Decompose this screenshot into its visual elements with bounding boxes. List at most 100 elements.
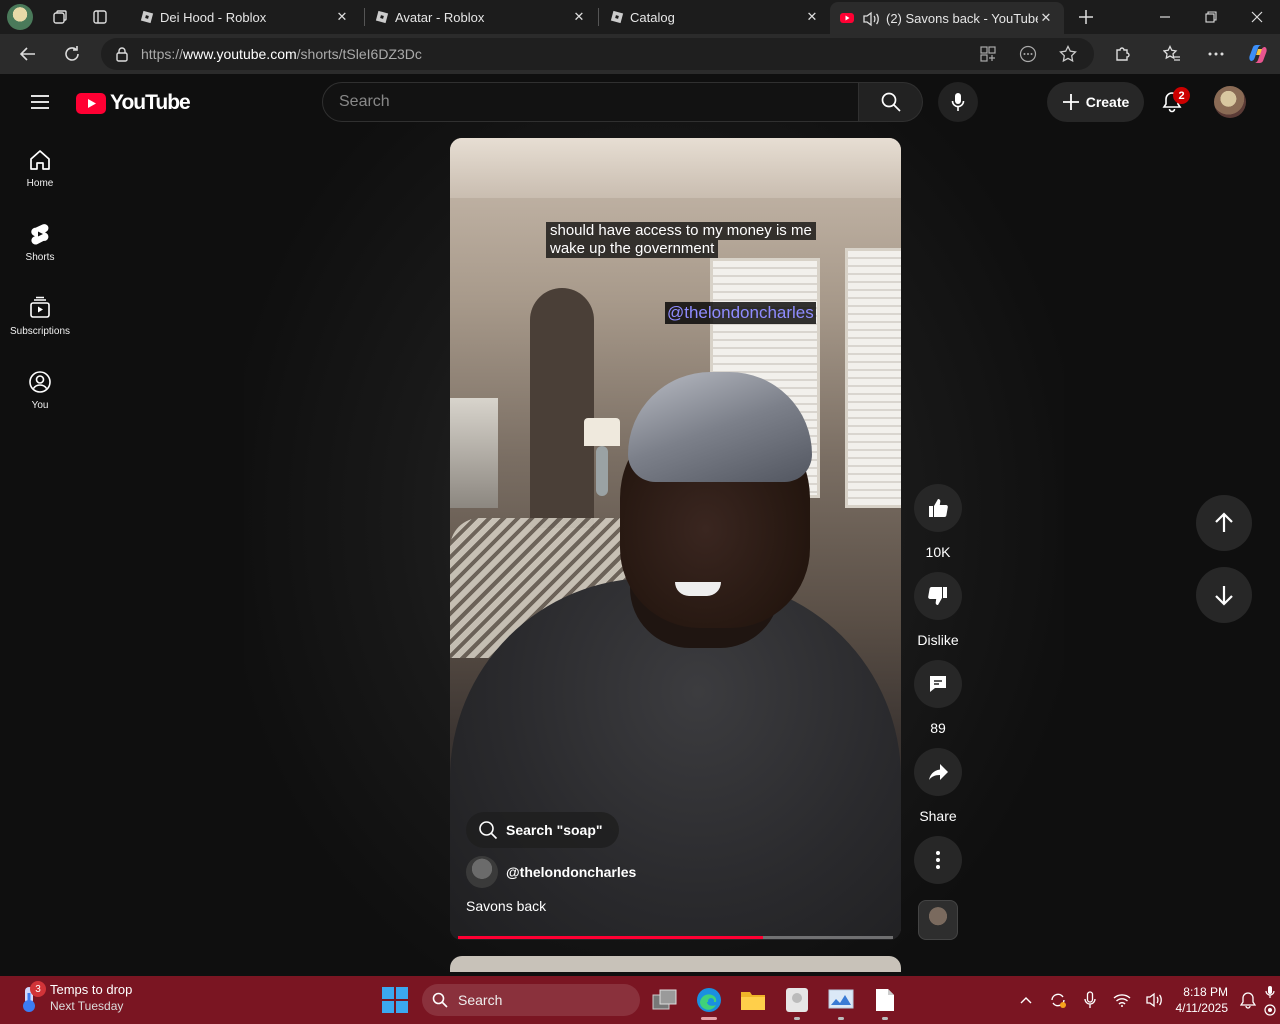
tab-audio-icon[interactable] (862, 11, 880, 27)
puzzle-icon (1116, 47, 1130, 61)
extensions-button[interactable] (1103, 34, 1143, 74)
tab-close-button[interactable]: ✕ (1038, 10, 1054, 26)
browser-essentials-button[interactable] (1008, 38, 1048, 70)
restore-button[interactable] (1188, 0, 1234, 34)
caption-line: wake up the government (546, 240, 719, 258)
tab-close-button[interactable]: ✕ (804, 9, 820, 25)
search-input[interactable] (339, 93, 858, 111)
microphone-icon[interactable] (1265, 985, 1275, 999)
taskbar-app-roblox[interactable] (781, 984, 813, 1020)
ellipsis-icon (1208, 52, 1224, 56)
browser-profile-button[interactable] (0, 0, 40, 34)
taskbar-file-explorer[interactable] (737, 984, 769, 1016)
channel-handle[interactable]: @thelondoncharles (506, 864, 636, 880)
vertical-ellipsis-icon (936, 851, 940, 869)
video-window-blinds (845, 248, 901, 508)
tab-actions-button[interactable] (80, 0, 120, 34)
lock-icon[interactable] (115, 46, 129, 62)
search-suggestion-chip[interactable]: Search "soap" (466, 812, 619, 848)
url-scheme: https:// (141, 46, 184, 62)
more-action (914, 836, 962, 884)
weather-badge: 3 (30, 981, 46, 997)
browser-toolbar: https://www.youtube.com/shorts/tSleI6DZ3… (0, 34, 1280, 74)
shorts-player[interactable]: should have access to my money is me wak… (450, 138, 901, 940)
dislike-button[interactable] (914, 572, 962, 620)
more-actions-button[interactable] (914, 836, 962, 884)
show-hidden-icons-button[interactable] (1010, 976, 1042, 1024)
back-button[interactable] (8, 34, 48, 74)
taskbar-app-notepad[interactable] (869, 984, 901, 1020)
star-icon (1059, 45, 1077, 63)
account-avatar[interactable] (1214, 86, 1246, 118)
weather-widget[interactable]: 3 Temps to drop Next Tuesday (18, 981, 133, 1014)
start-button[interactable] (382, 987, 408, 1013)
address-bar[interactable]: https://www.youtube.com/shorts/tSleI6DZ3… (101, 38, 1094, 70)
tab-separator (598, 8, 599, 26)
microphone-tray-button[interactable] (1074, 976, 1106, 1024)
microphone-icon (1083, 991, 1096, 1008)
favorite-button[interactable] (1048, 38, 1088, 70)
sound-thumbnail[interactable] (918, 900, 958, 940)
browser-tab[interactable]: Catalog ✕ (600, 0, 830, 34)
new-tab-button[interactable] (1070, 0, 1102, 34)
copilot-button[interactable] (1238, 34, 1278, 74)
search-box[interactable] (322, 82, 859, 122)
browser-tab-active[interactable]: (2) Savons back - YouTube ✕ (830, 2, 1064, 34)
video-captions: should have access to my money is me wak… (546, 222, 816, 258)
sync-icon (1050, 993, 1066, 1008)
tab-close-button[interactable]: ✕ (334, 9, 350, 25)
taskbar-app-photos[interactable] (825, 984, 857, 1020)
voice-search-button[interactable] (938, 82, 978, 122)
document-icon (876, 989, 894, 1011)
taskbar-edge[interactable] (693, 984, 725, 1020)
video-wall-art (450, 398, 498, 508)
like-action: 10K (914, 484, 962, 560)
guide-item-shorts[interactable]: Shorts (4, 204, 76, 278)
share-button[interactable] (914, 748, 962, 796)
progress-bar[interactable] (458, 936, 893, 939)
guide-label: Home (26, 178, 54, 189)
guide-item-subscriptions[interactable]: Subscriptions (4, 278, 76, 352)
browser-tab[interactable]: Dei Hood - Roblox ✕ (130, 0, 360, 34)
guide-item-home[interactable]: Home (4, 130, 76, 204)
clock[interactable]: 8:18 PM 4/11/2025 (1170, 984, 1237, 1016)
workspaces-icon (53, 10, 67, 24)
app-available-button[interactable] (968, 38, 1008, 70)
previous-short-button[interactable] (1196, 495, 1252, 551)
microphone-icon (951, 93, 965, 111)
task-view-button[interactable] (649, 984, 681, 1016)
wifi-tray-button[interactable] (1106, 976, 1138, 1024)
guide-item-you[interactable]: You (4, 352, 76, 426)
settings-more-button[interactable] (1196, 34, 1236, 74)
weather-title: Temps to drop (50, 982, 133, 997)
channel-avatar[interactable] (466, 856, 498, 888)
favorites-button[interactable] (1152, 34, 1192, 74)
sync-tray-button[interactable] (1042, 976, 1074, 1024)
roblox-icon (140, 10, 154, 24)
browser-tab[interactable]: Avatar - Roblox ✕ (365, 0, 597, 34)
guide-menu-button[interactable] (24, 86, 56, 118)
tab-title: Avatar - Roblox (395, 9, 485, 25)
next-short-preview[interactable] (450, 956, 901, 972)
youtube-logo[interactable]: YouTube (76, 91, 191, 115)
location-icon[interactable] (1264, 1003, 1276, 1016)
create-button[interactable]: Create (1047, 82, 1144, 122)
minimize-button[interactable] (1142, 0, 1188, 34)
like-button[interactable] (914, 484, 962, 532)
refresh-button[interactable] (52, 34, 92, 74)
short-title[interactable]: Savons back (466, 898, 546, 914)
workspaces-button[interactable] (40, 0, 80, 34)
masthead: YouTube Create 2 (4, 74, 1276, 130)
close-window-button[interactable] (1234, 0, 1280, 34)
dislike-label: Dislike (917, 632, 959, 648)
next-short-button[interactable] (1196, 567, 1252, 623)
tab-close-button[interactable]: ✕ (571, 9, 587, 25)
notification-center-button[interactable] (1236, 976, 1260, 1024)
comments-button[interactable] (914, 660, 962, 708)
running-indicator (838, 1017, 844, 1020)
search-button[interactable] (859, 82, 923, 122)
taskbar-search[interactable]: Search (422, 984, 640, 1016)
volume-tray-button[interactable] (1138, 976, 1170, 1024)
share-label: Share (919, 808, 957, 824)
thermometer-icon: 3 (18, 981, 46, 1013)
